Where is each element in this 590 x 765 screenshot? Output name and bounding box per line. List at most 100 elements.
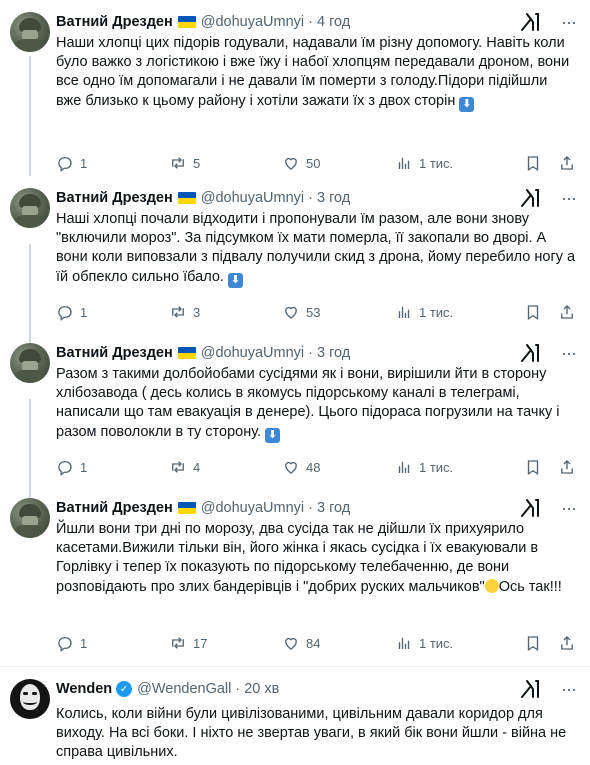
tweet[interactable]: Ватний Дрезден @dohuyaUmnyi · 3 год ··· … — [0, 176, 590, 344]
down-arrow-emoji: ⬇ — [227, 272, 243, 288]
tweet[interactable]: Ватний Дрезден @dohuyaUmnyi · 4 год ··· … — [0, 0, 590, 176]
tweet-text: Колись, коли війни були цивілізованими, … — [56, 706, 571, 761]
share-icon[interactable] — [558, 634, 576, 652]
more-options-icon[interactable]: ··· — [561, 344, 577, 362]
tweet-header: Ватний Дрезден @dohuyaUmnyi · 3 год — [56, 343, 576, 363]
share-icon[interactable] — [558, 154, 576, 172]
separator-dot: · — [308, 345, 313, 361]
tweet-header: Ватний Дрезден @dohuyaUmnyi · 3 год — [56, 498, 576, 518]
repost-button[interactable]: 17 — [169, 634, 282, 652]
bookmark-icon[interactable] — [524, 634, 542, 652]
like-button[interactable]: 53 — [282, 303, 395, 321]
avatar[interactable] — [10, 498, 50, 538]
bookmark-icon[interactable] — [524, 303, 542, 321]
tweet[interactable]: Ватний Дрезден @dohuyaUmnyi · 3 год ··· … — [0, 486, 590, 667]
views-button[interactable]: 1 тис. — [395, 303, 508, 321]
avatar[interactable] — [10, 343, 50, 383]
like-button[interactable]: 84 — [282, 634, 395, 652]
ukraine-flag-icon — [177, 347, 196, 359]
timestamp[interactable]: 3 год — [317, 190, 350, 206]
tweet-text: Наші хлопці почали відходити і пропонува… — [56, 211, 580, 288]
like-icon — [285, 306, 297, 319]
timestamp[interactable]: 3 год — [317, 345, 350, 361]
reply-button[interactable]: 1 — [56, 303, 169, 321]
more-options-icon[interactable]: ··· — [561, 499, 577, 517]
author-handle[interactable]: @dohuyaUmnyi — [201, 345, 304, 361]
like-button[interactable]: 48 — [282, 458, 395, 476]
more-options-icon[interactable]: ··· — [561, 189, 577, 207]
tweet-header: Ватний Дрезден @dohuyaUmnyi · 4 год — [56, 12, 576, 32]
ukraine-flag-icon — [177, 16, 196, 28]
view-count: 1 тис. — [419, 155, 454, 171]
timestamp[interactable]: 20 хв — [244, 681, 279, 697]
reply-button[interactable]: 1 — [56, 458, 169, 476]
reply-button[interactable]: 1 — [56, 634, 169, 652]
separator-dot: · — [308, 190, 313, 206]
down-arrow-emoji: ⬇ — [265, 427, 281, 443]
timestamp[interactable]: 4 год — [317, 14, 350, 30]
separator-dot: · — [308, 500, 313, 516]
share-icon[interactable] — [558, 458, 576, 476]
like-button[interactable]: 50 — [282, 154, 395, 172]
author-name[interactable]: Ватний Дрезден — [56, 500, 173, 516]
author-name[interactable]: Wenden — [56, 681, 112, 697]
grok-icon[interactable] — [519, 679, 541, 699]
views-button[interactable]: 1 тис. — [395, 458, 508, 476]
repost-icon — [172, 461, 184, 473]
grok-icon[interactable] — [519, 188, 541, 208]
views-button[interactable]: 1 тис. — [395, 634, 508, 652]
author-handle[interactable]: @dohuyaUmnyi — [201, 14, 304, 30]
author-name[interactable]: Ватний Дрезден — [56, 14, 173, 30]
grok-icon[interactable] — [519, 343, 541, 363]
bookmark-icon[interactable] — [524, 154, 542, 172]
tweet-text: Йшли вони три дні по морозу, два сусіда … — [56, 521, 562, 595]
thread-line — [29, 399, 31, 499]
avatar[interactable] — [10, 679, 50, 719]
author-name[interactable]: Ватний Дрезден — [56, 190, 173, 206]
like-count: 50 — [306, 155, 321, 171]
author-name[interactable]: Ватний Дрезден — [56, 345, 173, 361]
separator-dot: · — [308, 14, 313, 30]
down-arrow-emoji: ⬇ — [459, 96, 475, 112]
reply-icon — [58, 461, 72, 476]
views-icon — [398, 306, 410, 318]
reply-button[interactable]: 1 — [56, 154, 169, 172]
avatar[interactable] — [10, 12, 50, 52]
author-handle[interactable]: @dohuyaUmnyi — [201, 190, 304, 206]
tweet-header: Wenden ✓ @WendenGall · 20 хв — [56, 679, 576, 699]
like-icon — [285, 637, 297, 650]
like-icon — [285, 461, 297, 474]
smile-emoji — [484, 578, 499, 593]
reply-count: 1 — [80, 459, 88, 475]
grok-icon[interactable] — [519, 12, 541, 32]
reply-count: 1 — [80, 304, 88, 320]
tweet-actions: 1 17 84 1 тис. — [56, 633, 576, 653]
bookmark-icon[interactable] — [524, 458, 542, 476]
repost-button[interactable]: 3 — [169, 303, 282, 321]
more-options-icon[interactable]: ··· — [561, 13, 577, 31]
tweet-actions: 1 3 53 1 тис. — [56, 302, 576, 322]
repost-button[interactable]: 4 — [169, 458, 282, 476]
tweet-text: Наши хлопці цих підорів годували, надава… — [56, 35, 574, 112]
tweet-header: Ватний Дрезден @dohuyaUmnyi · 3 год — [56, 188, 576, 208]
more-options-icon[interactable]: ··· — [561, 680, 577, 698]
tweet-feed: Ватний Дрезден @dohuyaUmnyi · 4 год ··· … — [0, 0, 590, 765]
grok-icon[interactable] — [519, 498, 541, 518]
view-count: 1 тис. — [419, 635, 454, 651]
author-handle[interactable]: @WendenGall — [137, 681, 231, 697]
share-icon[interactable] — [558, 303, 576, 321]
tweet[interactable]: Ватний Дрезден @dohuyaUmnyi · 3 год ··· … — [0, 331, 590, 499]
reply-icon — [58, 157, 72, 172]
view-count: 1 тис. — [419, 459, 454, 475]
timestamp[interactable]: 3 год — [317, 500, 350, 516]
repost-button[interactable]: 5 — [169, 154, 282, 172]
avatar[interactable] — [10, 188, 50, 228]
repost-count: 3 — [193, 304, 201, 320]
views-icon — [398, 637, 410, 649]
separator-dot: · — [235, 681, 241, 697]
repost-icon — [172, 637, 184, 649]
author-handle[interactable]: @dohuyaUmnyi — [201, 500, 304, 516]
tweet[interactable]: Wenden ✓ @WendenGall · 20 хв ··· Колись,… — [0, 667, 590, 765]
views-button[interactable]: 1 тис. — [395, 154, 508, 172]
repost-count: 5 — [193, 155, 201, 171]
